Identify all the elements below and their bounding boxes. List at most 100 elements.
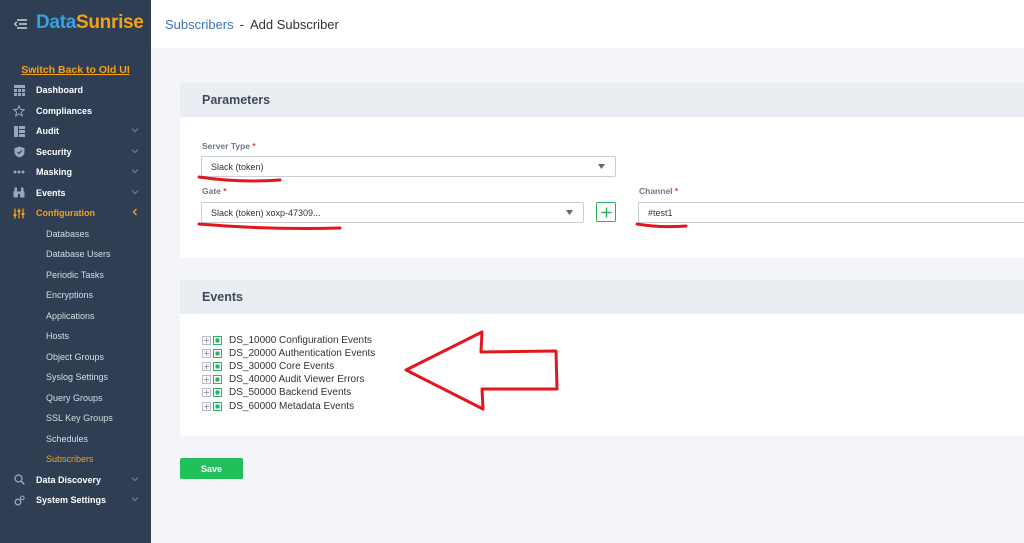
expand-icon[interactable] [202, 362, 211, 372]
server-type-value: Slack (token) [211, 161, 264, 172]
sidebar-item-events[interactable]: Events [0, 183, 151, 204]
sidebar-subitem-ssl-key-groups[interactable]: SSL Key Groups [0, 408, 151, 429]
events-panel: Events DS_10000 Configuration Events DS_… [180, 280, 1024, 436]
gate-label: Gate * [202, 186, 227, 196]
sidebar-item-label: Security [36, 146, 72, 157]
sidebar-item-label: Compliances [36, 105, 93, 116]
sidebar-item-label: Audit [36, 126, 59, 137]
tree-item-label: DS_40000 Audit Viewer Errors [229, 374, 365, 386]
sidebar-item-masking[interactable]: Masking [0, 162, 151, 183]
checkbox-icon[interactable] [213, 388, 222, 398]
breadcrumb-subscribers-link[interactable]: Subscribers [165, 17, 234, 32]
sidebar-item-configuration[interactable]: Configuration [0, 203, 151, 224]
sidebar-subitem-subscribers[interactable]: Subscribers [0, 449, 151, 470]
server-type-label: Server Type * [202, 141, 256, 151]
header: Subscribers - Add Subscriber [151, 0, 1024, 48]
sliders-icon [13, 207, 25, 219]
parameters-title: Parameters [180, 83, 1024, 117]
parameters-panel: Parameters Server Type * Slack (token) G… [180, 83, 1024, 258]
sidebar-subitem-hosts[interactable]: Hosts [0, 326, 151, 347]
sidebar-subitem-periodic-tasks[interactable]: Periodic Tasks [0, 265, 151, 286]
sidebar-item-security[interactable]: Security [0, 142, 151, 163]
logo[interactable]: DataSunrise [36, 12, 144, 34]
expand-icon[interactable] [202, 388, 211, 398]
chevron-down-icon [131, 476, 139, 481]
chevron-down-icon [131, 497, 139, 502]
breadcrumb-separator: - [239, 17, 244, 32]
save-button[interactable]: Save [180, 458, 243, 479]
expand-icon[interactable] [202, 349, 211, 359]
page-title: Add Subscriber [249, 17, 339, 32]
sidebar-subitem-query-groups[interactable]: Query Groups [0, 388, 151, 409]
required-mark: * [252, 141, 256, 151]
binoculars-icon [13, 187, 25, 199]
sidebar-subitem-encryptions[interactable]: Encryptions [0, 285, 151, 306]
tree-item-label: DS_50000 Backend Events [229, 387, 352, 399]
audit-icon [13, 125, 25, 137]
checkbox-icon[interactable] [213, 375, 222, 385]
sidebar-item-data-discovery[interactable]: Data Discovery [0, 470, 151, 491]
sidebar-item-system-settings[interactable]: System Settings [0, 490, 151, 511]
collapse-menu-icon[interactable] [14, 18, 28, 30]
chevron-left-icon [132, 208, 137, 216]
search-icon [13, 474, 25, 486]
expand-icon[interactable] [202, 336, 211, 346]
tree-item: DS_60000 Metadata Events [202, 399, 375, 412]
logo-part-sunrise: Sunrise [75, 12, 144, 33]
expand-icon[interactable] [202, 401, 211, 411]
star-icon [13, 104, 25, 117]
sidebar-subitem-syslog-settings[interactable]: Syslog Settings [0, 367, 151, 388]
tree-item-label: DS_30000 Core Events [229, 361, 335, 373]
chevron-down-icon [131, 169, 139, 174]
annotation-overlay [197, 175, 688, 411]
sidebar-subitem-databases[interactable]: Databases [0, 224, 151, 245]
server-type-label-text: Server Type [202, 141, 251, 151]
gate-value: Slack (token) xoxp-47309... [211, 207, 321, 218]
sidebar-subitem-database-users[interactable]: Database Users [0, 244, 151, 265]
channel-label-text: Channel [639, 186, 673, 196]
tree-item-label: DS_10000 Configuration Events [229, 335, 372, 347]
sidebar-subitem-schedules[interactable]: Schedules [0, 429, 151, 450]
sidebar-item-dashboard[interactable]: Dashboard [0, 80, 151, 101]
chevron-down-icon [131, 128, 139, 133]
sidebar-item-label: Dashboard [36, 85, 84, 96]
add-gate-button[interactable] [596, 202, 616, 222]
sidebar-item-label: Data Discovery [36, 474, 102, 485]
sidebar-subitem-object-groups[interactable]: Object Groups [0, 347, 151, 368]
gear-icon [13, 494, 25, 506]
gate-label-text: Gate [202, 186, 221, 196]
sidebar-nav: Dashboard Compliances Audit Security Mas… [0, 80, 151, 511]
sidebar-item-audit[interactable]: Audit [0, 121, 151, 142]
events-tree: DS_10000 Configuration Events DS_20000 A… [202, 334, 375, 413]
checkbox-icon[interactable] [213, 362, 222, 372]
caret-down-icon [566, 210, 573, 215]
tree-item: DS_40000 Audit Viewer Errors [202, 373, 375, 386]
tree-item-label: DS_60000 Metadata Events [229, 400, 355, 412]
sidebar-item-label: System Settings [36, 495, 107, 506]
gate-select[interactable]: Slack (token) xoxp-47309... [201, 202, 584, 223]
sidebar-item-compliances[interactable]: Compliances [0, 101, 151, 122]
sidebar: DataSunrise Switch Back to Old UI Dashbo… [0, 0, 151, 543]
checkbox-icon[interactable] [213, 349, 222, 359]
checkbox-icon[interactable] [213, 336, 222, 346]
server-type-select[interactable]: Slack (token) [201, 156, 616, 177]
logo-row: DataSunrise [0, 0, 151, 48]
channel-input[interactable] [638, 202, 1024, 223]
checkbox-icon[interactable] [213, 401, 222, 411]
expand-icon[interactable] [202, 375, 211, 385]
mask-icon [13, 166, 25, 178]
switch-old-ui-link[interactable]: Switch Back to Old UI [0, 64, 151, 76]
sidebar-item-label: Configuration [36, 208, 95, 219]
sidebar-subitem-applications[interactable]: Applications [0, 306, 151, 327]
logo-part-data: Data [36, 12, 76, 33]
tree-item: DS_50000 Backend Events [202, 386, 375, 399]
required-mark: * [674, 186, 679, 196]
events-title: Events [180, 280, 1024, 314]
tree-item-label: DS_20000 Authentication Events [229, 348, 376, 360]
grid-icon [13, 84, 25, 96]
breadcrumb: Subscribers - Add Subscriber [165, 17, 339, 32]
plus-icon [601, 207, 611, 217]
sidebar-item-label: Events [36, 187, 66, 198]
channel-label: Channel * [639, 186, 678, 196]
chevron-down-icon [131, 189, 139, 194]
